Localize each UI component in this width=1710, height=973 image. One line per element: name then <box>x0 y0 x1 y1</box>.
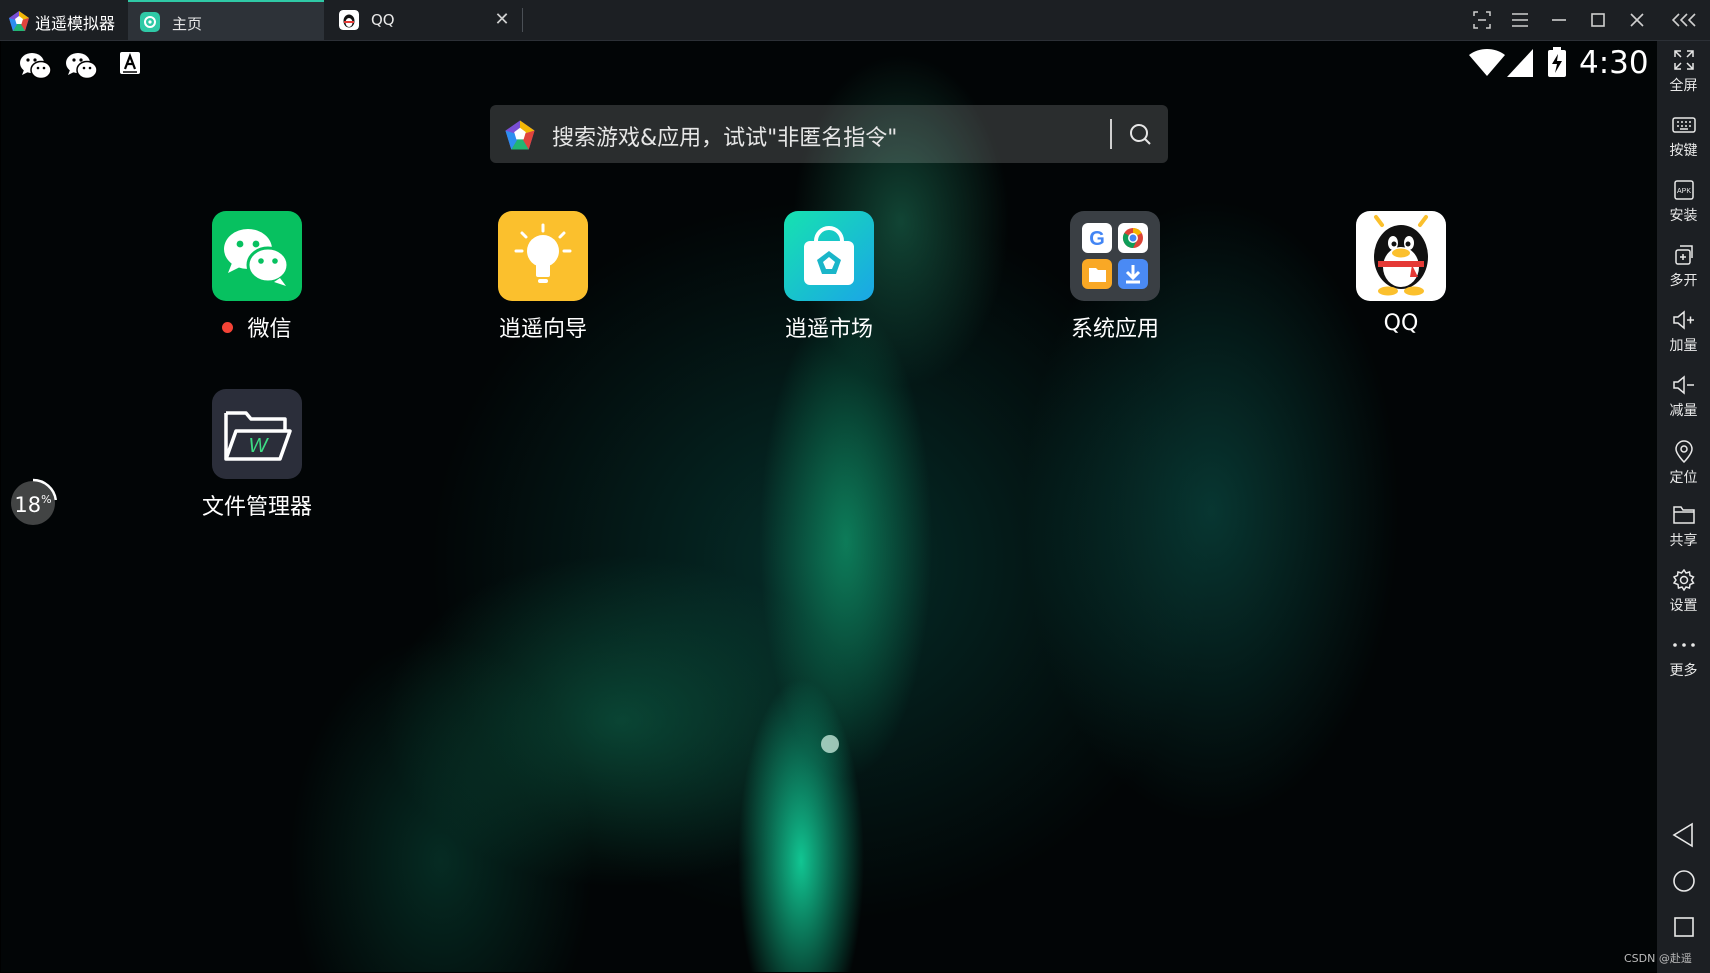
menu-button[interactable] <box>1501 0 1539 40</box>
lightbulb-icon <box>498 211 588 301</box>
keyboard-a-icon <box>120 52 140 74</box>
maximize-button[interactable] <box>1579 0 1617 40</box>
qq-penguin-icon <box>1356 211 1446 301</box>
home-icon[interactable] <box>1670 867 1698 895</box>
app-label-memu-market: 逍遥市场 <box>784 317 873 342</box>
app-wechat[interactable]: 微信 <box>177 211 337 343</box>
app-file-manager[interactable]: W 文件管理器 <box>177 389 337 521</box>
toolbar-more[interactable]: 更多 <box>1657 630 1710 690</box>
svg-text:G: G <box>1089 228 1105 250</box>
tab-qq-label: QQ <box>371 11 395 29</box>
wechat-notification-icon <box>20 53 52 80</box>
battery-charging-icon <box>1548 47 1566 77</box>
collapse-sidebar-icon <box>1672 13 1696 27</box>
android-home-screen: 4:30 搜索游戏&应用，试试"非匿名指令" 微信 逍遥向导 逍遥市场 G 系统… <box>1 41 1657 972</box>
tab-close-icon[interactable]: ✕ <box>492 10 512 30</box>
page-indicator-dot <box>821 735 839 753</box>
app-label-memu-guide: 逍遥向导 <box>498 317 587 342</box>
app-label-wechat: 微信 <box>247 317 292 342</box>
svg-text:W: W <box>249 435 270 457</box>
fullscreen-icon <box>1673 50 1694 70</box>
close-window-button[interactable] <box>1618 0 1656 40</box>
collapse-sidebar-button[interactable] <box>1665 0 1703 40</box>
minimize-icon <box>1552 19 1566 21</box>
settings-gear-icon <box>1672 569 1695 591</box>
memory-percent: 18% <box>14 493 52 517</box>
tab-home[interactable]: 主页 <box>128 0 324 40</box>
app-label-qq: QQ <box>1383 311 1419 336</box>
search-placeholder: 搜索游戏&应用，试试"非匿名指令" <box>552 126 898 151</box>
maximize-icon <box>1591 13 1605 27</box>
system-apps-folder-icon: G <box>1070 211 1160 301</box>
toolbar-multi-instance[interactable]: 多开 <box>1657 240 1710 300</box>
app-system-apps[interactable]: G 系统应用 <box>1035 211 1195 343</box>
screenshot-icon <box>1473 11 1491 29</box>
memu-logo-icon <box>505 120 535 150</box>
qq-tab-icon <box>339 10 359 30</box>
tab-qq[interactable]: QQ ✕ <box>327 0 522 40</box>
right-toolbar: 全屏 按键 APK 安装 多开 加量 减量 定位 共享 设置 更多 <box>1657 41 1710 973</box>
home-tab-icon <box>140 12 160 32</box>
wechat-icon <box>212 211 302 301</box>
notification-dot <box>222 321 234 333</box>
toolbar-volume-up[interactable]: 加量 <box>1657 305 1710 365</box>
wechat-notification-icon <box>66 53 98 80</box>
shared-folder-icon <box>1672 506 1695 524</box>
memu-logo-icon <box>9 11 29 31</box>
title-bar: 逍遥模拟器 主页 QQ ✕ <box>0 0 1710 41</box>
app-qq[interactable]: QQ <box>1321 211 1481 336</box>
wifi-icon <box>1469 49 1505 76</box>
volume-up-icon <box>1672 310 1694 330</box>
search-divider <box>1110 119 1112 149</box>
file-manager-icon: W <box>212 389 302 479</box>
recents-icon[interactable] <box>1670 913 1698 941</box>
minimize-button[interactable] <box>1540 0 1578 40</box>
toolbar-settings[interactable]: 设置 <box>1657 565 1710 625</box>
search-icon[interactable] <box>1124 119 1156 149</box>
watermark: CSDN @赴遥 <box>1624 952 1692 965</box>
toolbar-keymap[interactable]: 按键 <box>1657 110 1710 170</box>
apk-install-icon: APK <box>1673 180 1694 200</box>
status-clock: 4:30 <box>1579 45 1649 81</box>
app-name: 逍遥模拟器 <box>35 14 116 33</box>
menu-icon <box>1512 13 1528 27</box>
app-memu-market[interactable]: 逍遥市场 <box>749 211 909 343</box>
location-icon <box>1674 440 1693 463</box>
keyboard-icon <box>1671 117 1696 133</box>
tab-home-label: 主页 <box>172 15 203 33</box>
svg-text:APK: APK <box>1676 188 1690 195</box>
app-label-system-apps: 系统应用 <box>1070 317 1159 342</box>
screenshot-button[interactable] <box>1463 0 1501 40</box>
toolbar-location[interactable]: 定位 <box>1657 435 1710 495</box>
volume-down-icon <box>1672 375 1694 395</box>
cellular-signal-icon <box>1507 49 1533 77</box>
more-dots-icon <box>1672 643 1695 647</box>
back-icon[interactable] <box>1670 821 1698 849</box>
app-label-file-manager: 文件管理器 <box>201 495 312 520</box>
search-bar[interactable]: 搜索游戏&应用，试试"非匿名指令" <box>490 105 1168 163</box>
app-memu-guide[interactable]: 逍遥向导 <box>463 211 623 343</box>
tab-separator <box>522 8 523 32</box>
toolbar-install-apk[interactable]: APK 安装 <box>1657 175 1710 235</box>
close-icon <box>1630 13 1644 27</box>
toolbar-volume-down[interactable]: 减量 <box>1657 370 1710 430</box>
multi-instance-icon <box>1674 245 1693 265</box>
toolbar-shared-folder[interactable]: 共享 <box>1657 500 1710 560</box>
toolbar-fullscreen[interactable]: 全屏 <box>1657 45 1710 105</box>
market-bag-icon <box>784 211 874 301</box>
